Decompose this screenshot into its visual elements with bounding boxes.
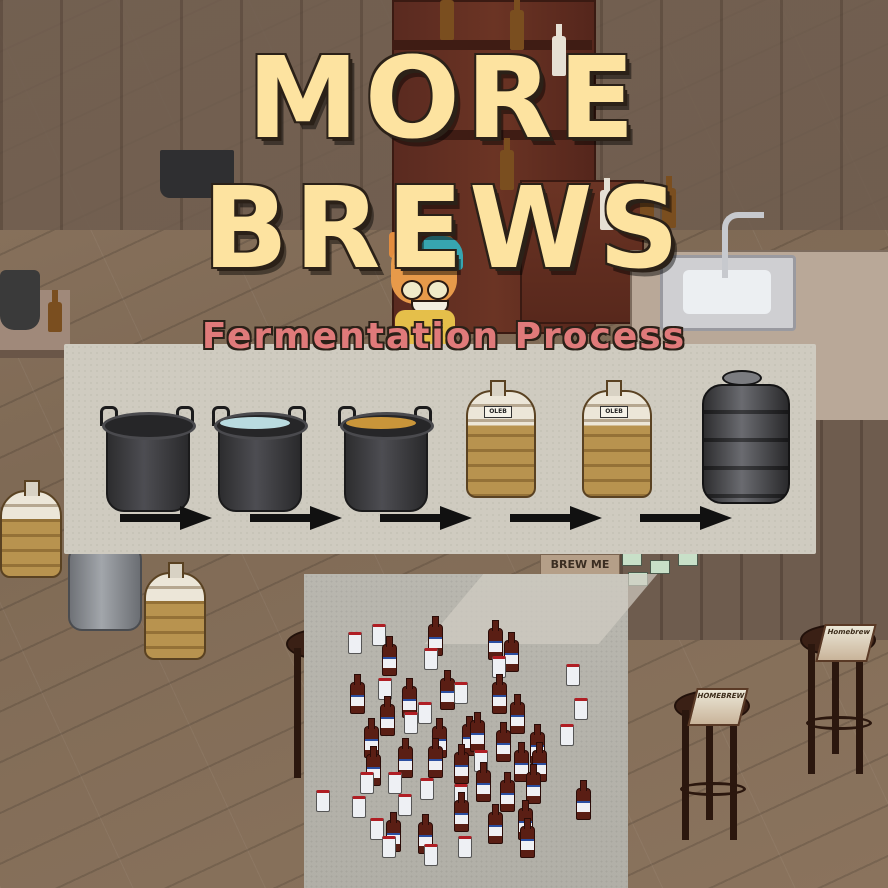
keg-icon xyxy=(702,384,790,504)
beer-can-icon[interactable] xyxy=(454,682,468,704)
arrow-right-icon xyxy=(120,506,212,530)
carboy-icon: OLEB xyxy=(466,380,536,498)
poster-label: Homebrew xyxy=(826,628,871,636)
beer-bottle-icon[interactable] xyxy=(576,780,591,820)
beer-bottle-icon[interactable] xyxy=(520,818,535,858)
beer-can-icon[interactable] xyxy=(372,624,386,646)
stool-leg xyxy=(294,648,301,778)
beer-can-icon[interactable] xyxy=(418,702,432,724)
beer-bottle-icon[interactable] xyxy=(500,772,515,812)
beer-bottle-icon[interactable] xyxy=(496,722,511,762)
beer-loot-pile xyxy=(304,574,658,888)
homebrew-magazine[interactable]: HOMEBREW xyxy=(687,688,749,726)
arrow-right-icon xyxy=(640,506,732,530)
beer-can-icon[interactable] xyxy=(424,648,438,670)
arrow-right-icon xyxy=(380,506,472,530)
stage-wort-pot xyxy=(334,360,438,512)
carboy-background xyxy=(144,562,206,660)
water-fill xyxy=(220,417,290,429)
carboy-icon: OLEB xyxy=(582,380,652,498)
beer-can-icon[interactable] xyxy=(382,836,396,858)
package xyxy=(678,552,698,566)
beer-can-icon[interactable] xyxy=(398,794,412,816)
stage-empty-pot xyxy=(96,360,200,512)
package xyxy=(622,552,642,566)
beer-bottle-icon[interactable] xyxy=(470,712,485,752)
beer-bottle-icon[interactable] xyxy=(492,674,507,714)
beer-can-icon[interactable] xyxy=(458,836,472,858)
stool-leg xyxy=(808,644,815,774)
arrow-right-icon xyxy=(510,506,602,530)
carboy-background xyxy=(0,480,62,578)
carboy-label: OLEB xyxy=(600,406,628,418)
beer-bottle-icon[interactable] xyxy=(504,632,519,672)
stool-ring xyxy=(806,716,872,730)
homebrew-poster[interactable]: Homebrew xyxy=(815,624,877,662)
stage-water-pot xyxy=(208,360,312,512)
beer-bottle-icon[interactable] xyxy=(488,804,503,844)
beer-can-icon[interactable] xyxy=(404,712,418,734)
wort-fill xyxy=(346,417,416,429)
fermentation-process-heading: Fermentation Process xyxy=(201,316,687,357)
stool-leg xyxy=(682,710,689,840)
keg-cap xyxy=(722,370,762,386)
beer-can-icon[interactable] xyxy=(420,778,434,800)
beer-bottle-icon[interactable] xyxy=(476,762,491,802)
beer-can-icon[interactable] xyxy=(388,772,402,794)
fermentation-panel: OLEB OLEB xyxy=(64,344,816,554)
beer-bottle-icon[interactable] xyxy=(350,674,365,714)
keg-background xyxy=(68,545,142,631)
package xyxy=(650,560,670,574)
arrow-right-icon xyxy=(250,506,342,530)
carboy-label: OLEB xyxy=(484,406,512,418)
beer-bottle-icon[interactable] xyxy=(428,738,443,778)
beer-bottle-icon[interactable] xyxy=(380,696,395,736)
beer-can-icon[interactable] xyxy=(352,796,366,818)
magazine-label: HOMEBREW xyxy=(696,692,746,700)
stool-ring xyxy=(680,782,746,796)
beer-can-icon[interactable] xyxy=(574,698,588,720)
beer-bottle-icon[interactable] xyxy=(382,636,397,676)
floor-highlight xyxy=(424,574,658,644)
stage-carboy-finished: OLEB xyxy=(582,360,686,500)
stool-leg xyxy=(730,710,737,840)
brew-me-box[interactable]: BREW ME xyxy=(540,554,620,576)
pot-rim xyxy=(102,412,196,440)
page-title: MORE BREWS xyxy=(202,34,686,294)
beer-can-icon[interactable] xyxy=(424,844,438,866)
beer-can-icon[interactable] xyxy=(566,664,580,686)
stage-keg xyxy=(696,360,800,504)
beer-bottle-icon[interactable] xyxy=(440,670,455,710)
beer-can-icon[interactable] xyxy=(360,772,374,794)
game-scene: BREW ME HOMEBREW Homebrew MORE BREWS OLE… xyxy=(0,0,888,888)
beer-can-icon[interactable] xyxy=(316,790,330,812)
beer-bottle-icon[interactable] xyxy=(510,694,525,734)
stool-leg xyxy=(706,710,713,820)
beer-can-icon[interactable] xyxy=(560,724,574,746)
beer-bottle-icon[interactable] xyxy=(454,792,469,832)
beer-bottle-icon[interactable] xyxy=(454,744,469,784)
beer-can-icon[interactable] xyxy=(348,632,362,654)
stage-carboy-fermenting: OLEB xyxy=(466,360,570,500)
stool-leg xyxy=(856,644,863,774)
